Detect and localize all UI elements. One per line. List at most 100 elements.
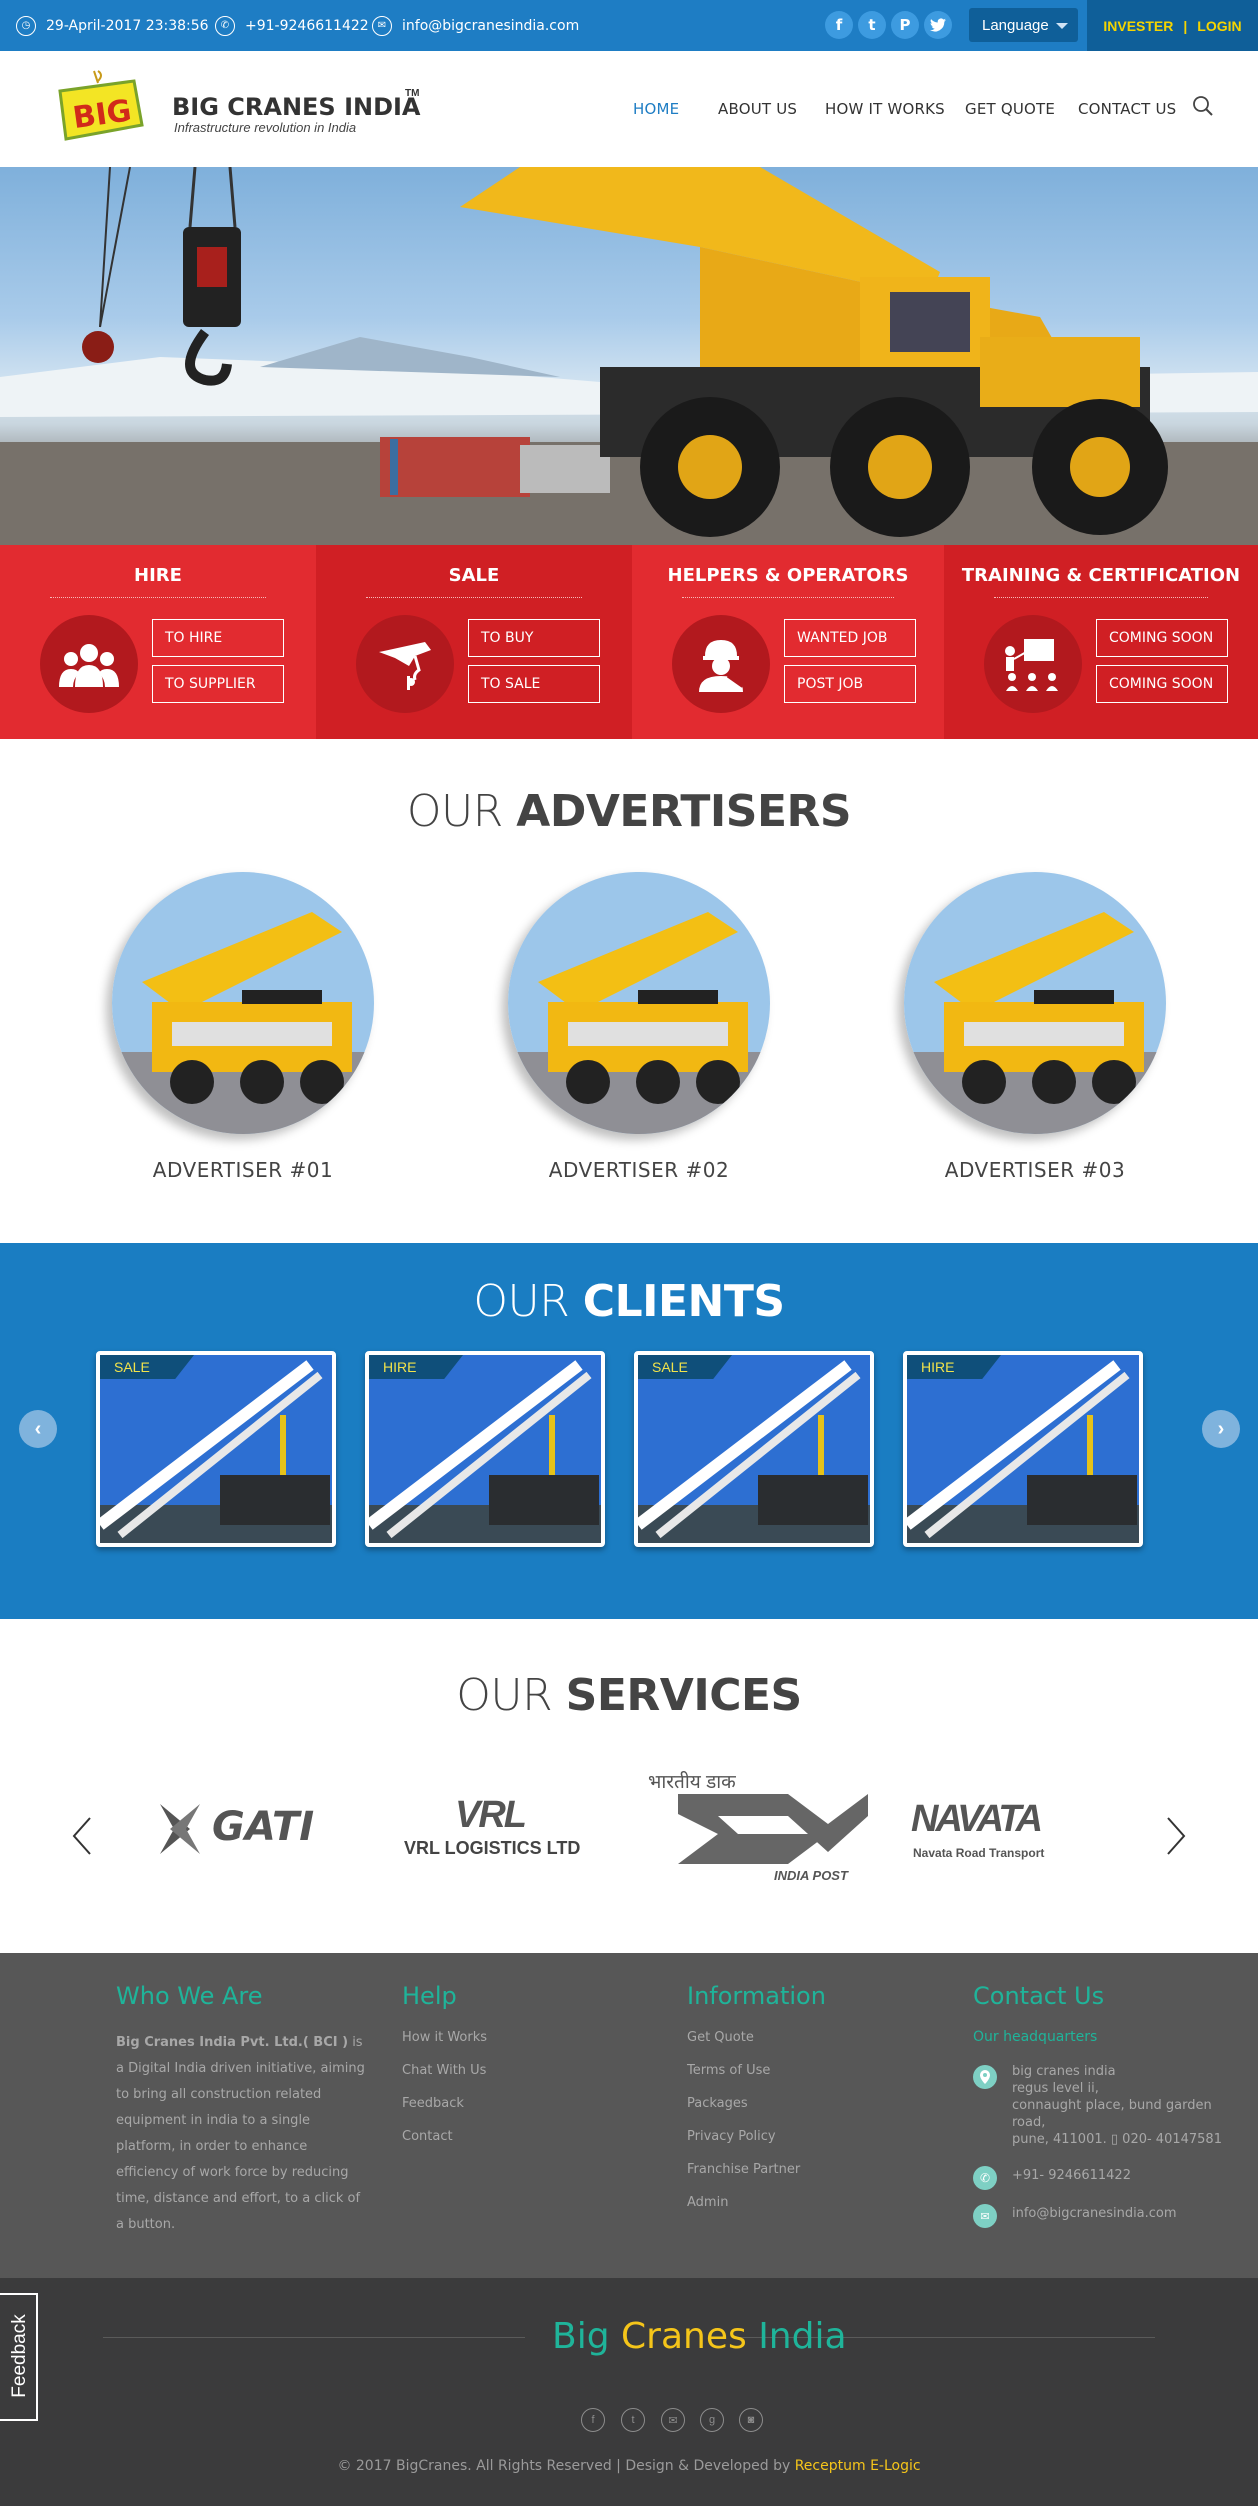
auth-links: INVESTER | LOGIN — [1087, 0, 1258, 51]
nav-contact-us[interactable]: CONTACT US — [1078, 100, 1176, 118]
who-text: Big Cranes India Pvt. Ltd.( BCI ) is a D… — [116, 2030, 366, 2238]
address-line: road, — [1012, 2115, 1046, 2130]
brand-name: BIG CRANES INDIA — [172, 93, 421, 121]
nav-about-us[interactable]: ABOUT US — [718, 100, 797, 118]
trademark: TM — [405, 88, 420, 99]
copyright: © 2017 BigCranes. All Rights Reserved | … — [0, 2458, 1258, 2474]
coming-soon-button[interactable]: COMING SOON — [1096, 619, 1228, 657]
email-text: info@bigcranesindia.com — [402, 17, 580, 34]
title-light: OUR — [406, 786, 517, 837]
auth-separator: | — [1183, 17, 1188, 34]
facebook-icon[interactable]: f — [825, 11, 853, 39]
advertiser-image[interactable] — [112, 872, 374, 1134]
client-card[interactable]: HIRE — [903, 1351, 1143, 1547]
divider — [682, 597, 894, 598]
footer-link-franchise[interactable]: Franchise Partner — [687, 2162, 800, 2177]
datetime-text: 29-April-2017 23:38:56 — [46, 17, 209, 34]
vrl-logo[interactable]: VRL VRL LOGISTICS LTD — [400, 1794, 610, 1866]
logo[interactable]: BIG — [56, 69, 146, 143]
category-title: HIRE — [134, 565, 182, 586]
footer-brand: Big Cranes India — [552, 2316, 847, 2357]
arrow-left-icon[interactable] — [70, 1816, 94, 1861]
email-link[interactable]: ✉ info@bigcranesindia.com — [372, 0, 579, 51]
gati-logo[interactable]: GATI — [150, 1794, 350, 1864]
client-card[interactable]: HIRE — [365, 1351, 605, 1547]
footer-link-packages[interactable]: Packages — [687, 2096, 748, 2111]
invester-link[interactable]: INVESTER — [1103, 18, 1173, 34]
chevron-right-icon[interactable]: › — [1202, 1410, 1240, 1448]
who-description: is a Digital India driven initiative, ai… — [116, 2035, 365, 2232]
phone-link[interactable]: ✆ +91-9246611422 — [215, 0, 369, 51]
advertiser-image[interactable] — [904, 872, 1166, 1134]
to-sale-button[interactable]: TO SALE — [468, 665, 600, 703]
category-sale: SALE TO BUY TO SALE — [316, 545, 632, 739]
tumblr-icon[interactable]: t — [858, 11, 886, 39]
category-title: TRAINING & CERTIFICATION — [961, 565, 1241, 586]
brand-india: India — [758, 2316, 847, 2357]
footer-link-feedback[interactable]: Feedback — [402, 2096, 464, 2111]
location-icon — [973, 2065, 997, 2089]
pinterest-icon[interactable]: P — [891, 11, 919, 39]
to-supplier-button[interactable]: TO SUPPLIER — [152, 665, 284, 703]
to-hire-button[interactable]: TO HIRE — [152, 619, 284, 657]
footer-link-chat[interactable]: Chat With Us — [402, 2063, 486, 2078]
to-buy-button[interactable]: TO BUY — [468, 619, 600, 657]
facebook-icon[interactable]: f — [581, 2408, 605, 2432]
help-heading: Help — [402, 1982, 457, 2010]
instagram-icon[interactable]: ◙ — [739, 2408, 763, 2432]
india-post-logo[interactable]: भारतीय डाक INDIA POST — [648, 1768, 878, 1890]
advertiser-label[interactable]: ADVERTISER #02 — [508, 1158, 770, 1182]
developer-link[interactable]: Receptum E-Logic — [795, 2458, 921, 2474]
post-job-button[interactable]: POST JOB — [784, 665, 916, 703]
email-icon[interactable]: ✉ — [661, 2408, 685, 2432]
language-dropdown[interactable]: Language — [969, 8, 1078, 42]
footer-link-get-quote[interactable]: Get Quote — [687, 2030, 754, 2045]
feedback-tab[interactable]: Feedback — [0, 2293, 38, 2421]
google-plus-icon[interactable]: g — [700, 2408, 724, 2432]
divider — [103, 2337, 525, 2338]
coming-soon-button[interactable]: COMING SOON — [1096, 665, 1228, 703]
category-helpers-operators: HELPERS & OPERATORS WANTED JOB POST JOB — [632, 545, 944, 739]
navata-mark: NAVATA — [911, 1798, 1043, 1840]
address: big cranes india regus level ii, connaug… — [1012, 2063, 1222, 2148]
who-heading: Who We Are — [116, 1982, 263, 2010]
nav-home[interactable]: HOME — [633, 100, 679, 118]
language-label: Language — [982, 16, 1049, 34]
arrow-right-icon[interactable] — [1164, 1816, 1188, 1861]
information-heading: Information — [687, 1982, 826, 2010]
services-title: OUR SERVICES — [0, 1670, 1258, 1721]
nav-get-quote[interactable]: GET QUOTE — [965, 100, 1055, 118]
footer-link-terms[interactable]: Terms of Use — [687, 2063, 770, 2078]
address-line: pune, 411001. ▯ 020- 40147581 — [1012, 2132, 1222, 2147]
india-post-hindi: भारतीय डाक — [648, 1772, 736, 1793]
footer-email[interactable]: info@bigcranesindia.com — [1012, 2206, 1177, 2221]
footer-link-how-it-works[interactable]: How it Works — [402, 2030, 487, 2045]
footer-link-privacy[interactable]: Privacy Policy — [687, 2129, 776, 2144]
twitter-icon[interactable]: t — [621, 2408, 645, 2432]
footer-link-admin[interactable]: Admin — [687, 2195, 728, 2210]
footer-link-contact[interactable]: Contact — [402, 2129, 453, 2144]
login-link[interactable]: LOGIN — [1197, 18, 1241, 34]
advertiser-image[interactable] — [508, 872, 770, 1134]
search-icon[interactable] — [1192, 95, 1214, 122]
divider — [994, 597, 1208, 598]
footer-phone[interactable]: +91- 9246611422 — [1012, 2168, 1131, 2183]
address-line: regus level ii, — [1012, 2081, 1099, 2096]
navata-logo[interactable]: NAVATA Navata Road Transport — [905, 1798, 1120, 1868]
brand-big: Big — [552, 2316, 610, 2357]
advertiser-label[interactable]: ADVERTISER #03 — [904, 1158, 1166, 1182]
logo-icon: BIG — [58, 70, 144, 141]
twitter-icon[interactable] — [924, 11, 952, 39]
title-bold: ADVERTISERS — [516, 786, 852, 837]
advertiser-label[interactable]: ADVERTISER #01 — [112, 1158, 374, 1182]
chevron-left-icon[interactable]: ‹ — [19, 1410, 57, 1448]
india-post-mark-icon — [678, 1794, 868, 1864]
wanted-job-button[interactable]: WANTED JOB — [784, 619, 916, 657]
vrl-mark: VRL — [455, 1794, 527, 1836]
title-light: OUR — [456, 1670, 566, 1721]
client-card[interactable]: SALE — [96, 1351, 336, 1547]
nav-how-it-works[interactable]: HOW IT WORKS — [825, 100, 945, 118]
client-card[interactable]: SALE — [634, 1351, 874, 1547]
clients-title: OUR CLIENTS — [0, 1276, 1258, 1327]
top-bar: ◷ 29-April-2017 23:38:56 ✆ +91-924661142… — [0, 0, 1258, 51]
